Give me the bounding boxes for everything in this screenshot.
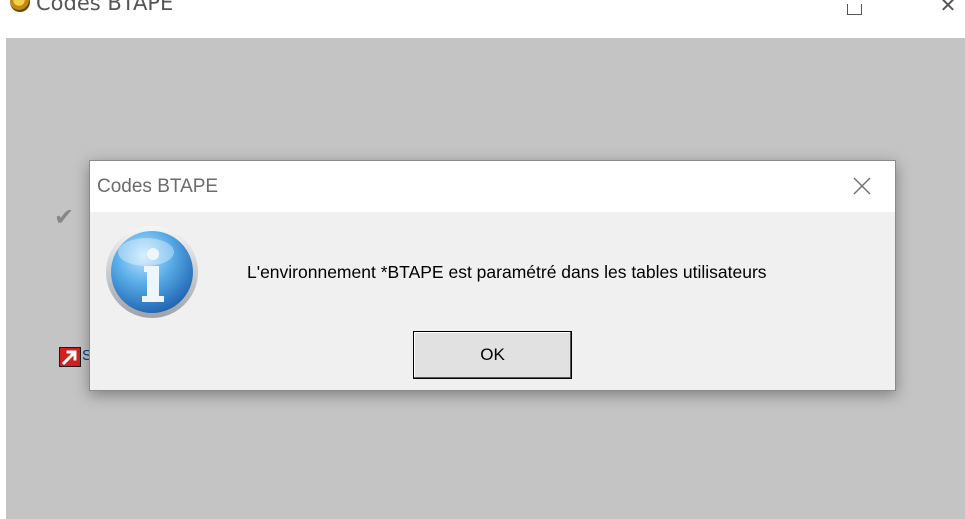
dialog-close-icon[interactable] (850, 174, 874, 198)
parent-window-title: Codes BTAPE (36, 0, 174, 15)
parent-window-titlebar: Codes BTAPE ✕ (0, 0, 965, 38)
app-icon (10, 0, 30, 12)
dialog-titlebar: Codes BTAPE (90, 161, 895, 212)
maximize-icon[interactable] (847, 4, 862, 15)
message-dialog: Codes BTAPE L'environnement *BTAPE est p… (89, 160, 896, 391)
shortcut-arrow-icon[interactable] (59, 347, 81, 367)
ok-button[interactable]: OK (413, 331, 572, 379)
dialog-message: L'environnement *BTAPE est paramétré dan… (247, 262, 767, 282)
dialog-title: Codes BTAPE (97, 176, 219, 197)
information-icon (104, 224, 200, 320)
close-icon[interactable]: ✕ (937, 0, 959, 16)
checkmark-icon: ✔ (54, 204, 75, 231)
screen: Codes BTAPE ✕ ✔ S Codes BTAPE L'environn… (0, 0, 965, 519)
